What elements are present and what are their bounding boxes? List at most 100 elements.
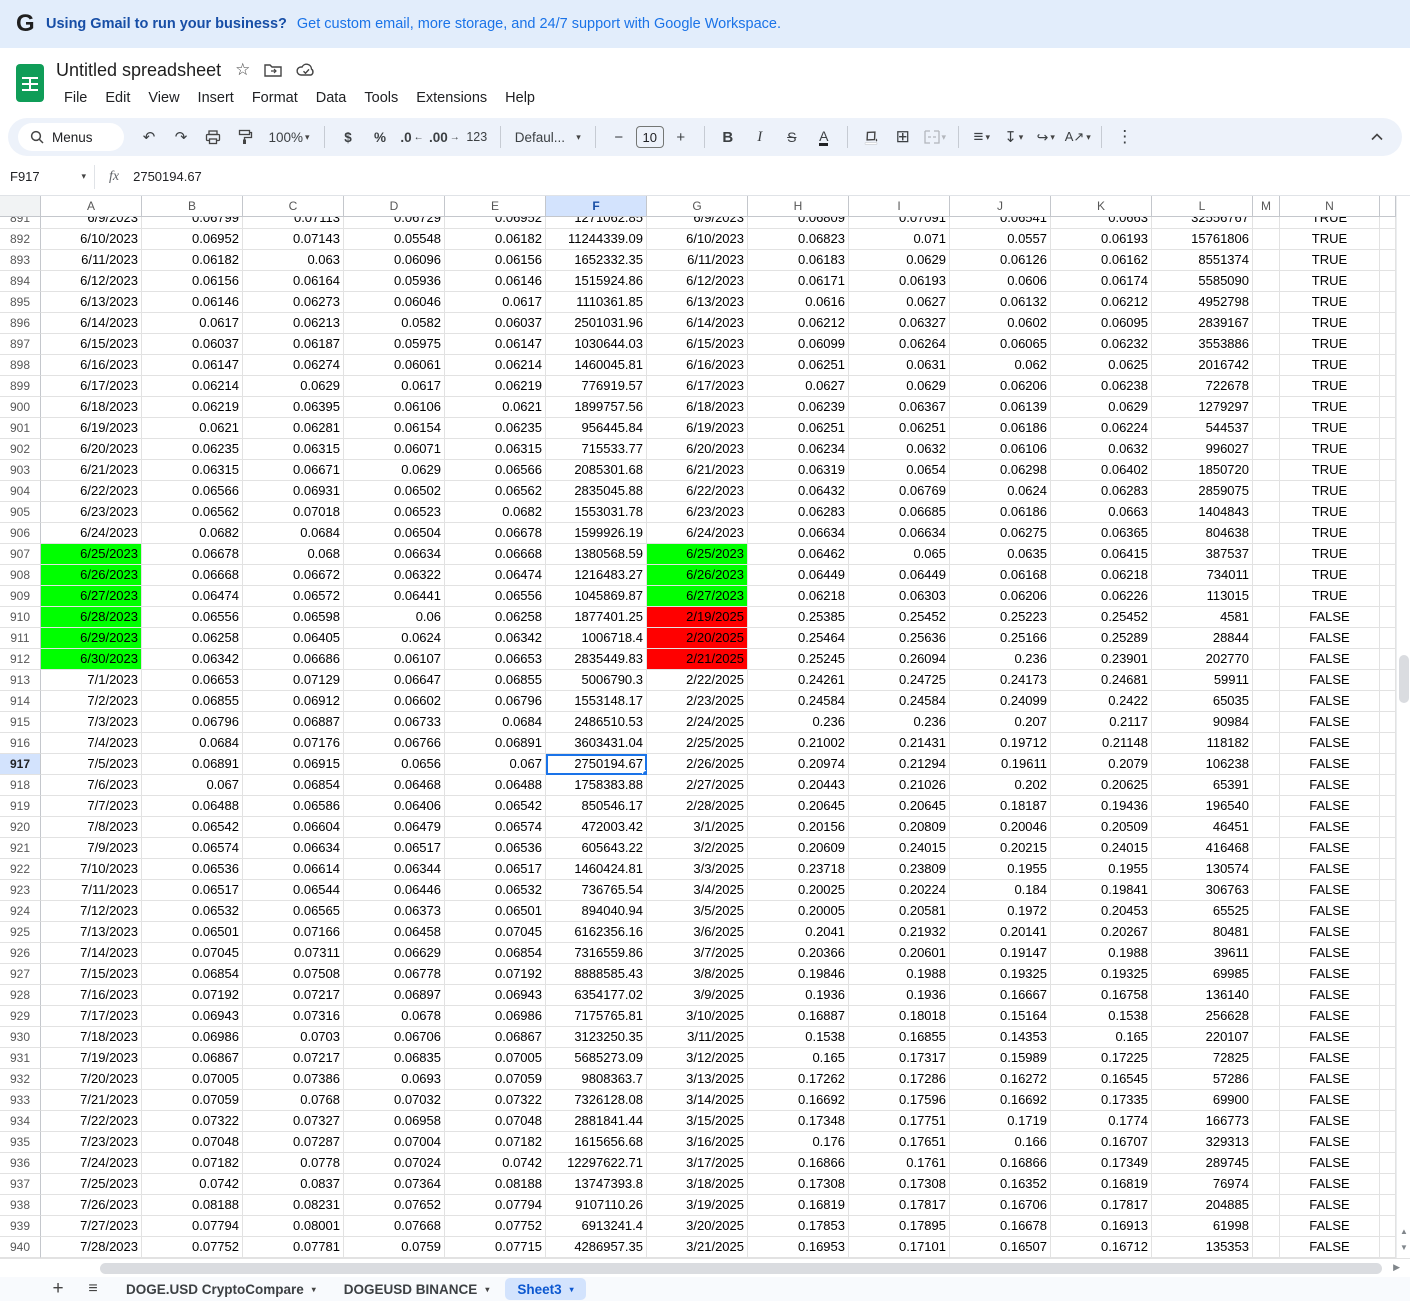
cell-G915[interactable]: 2/24/2025 — [647, 712, 748, 733]
toolbar-more-button[interactable]: ⋮ — [1110, 123, 1140, 151]
cell-A896[interactable]: 6/14/2023 — [41, 313, 142, 334]
cell-E891[interactable]: 0.06952 — [445, 217, 546, 229]
cell-N900[interactable]: TRUE — [1280, 397, 1380, 418]
row-header-896[interactable]: 896 — [0, 313, 41, 334]
cell-H916[interactable]: 0.21002 — [748, 733, 849, 754]
cell-L937[interactable]: 76974 — [1152, 1174, 1253, 1195]
cell-I924[interactable]: 0.20581 — [849, 901, 950, 922]
cell-A897[interactable]: 6/15/2023 — [41, 334, 142, 355]
cell-G896[interactable]: 6/14/2023 — [647, 313, 748, 334]
cell-D911[interactable]: 0.0624 — [344, 628, 445, 649]
cell-K917[interactable]: 0.2079 — [1051, 754, 1152, 775]
row-header-934[interactable]: 934 — [0, 1111, 41, 1132]
column-header-H[interactable]: H — [748, 196, 849, 217]
cell-N914[interactable]: FALSE — [1280, 691, 1380, 712]
cell-H931[interactable]: 0.165 — [748, 1048, 849, 1069]
cell-H930[interactable]: 0.1538 — [748, 1027, 849, 1048]
cell-E925[interactable]: 0.07045 — [445, 922, 546, 943]
cell-K891[interactable]: 0.0663 — [1051, 217, 1152, 229]
cell-F914[interactable]: 1553148.17 — [546, 691, 647, 712]
row-header-925[interactable]: 925 — [0, 922, 41, 943]
cell-E929[interactable]: 0.06986 — [445, 1006, 546, 1027]
row-header-921[interactable]: 921 — [0, 838, 41, 859]
cell-E912[interactable]: 0.06653 — [445, 649, 546, 670]
bold-button[interactable]: B — [713, 123, 743, 151]
cell-D912[interactable]: 0.06107 — [344, 649, 445, 670]
cell-C926[interactable]: 0.07311 — [243, 943, 344, 964]
name-box-dropdown-icon[interactable]: ▾ — [81, 171, 86, 182]
cell-C910[interactable]: 0.06598 — [243, 607, 344, 628]
cell-M924[interactable] — [1253, 901, 1280, 922]
row-header-898[interactable]: 898 — [0, 355, 41, 376]
cell-I904[interactable]: 0.06769 — [849, 481, 950, 502]
cell-G891[interactable]: 6/9/2023 — [647, 217, 748, 229]
cell-D894[interactable]: 0.05936 — [344, 271, 445, 292]
cell-C924[interactable]: 0.06565 — [243, 901, 344, 922]
cell-J891[interactable]: 0.06541 — [950, 217, 1051, 229]
cell-I896[interactable]: 0.06327 — [849, 313, 950, 334]
cell-H934[interactable]: 0.17348 — [748, 1111, 849, 1132]
strikethrough-button[interactable]: S — [777, 123, 807, 151]
sheet-tab-0[interactable]: DOGE.USD CryptoCompare▾ — [114, 1278, 328, 1300]
row-header-938[interactable]: 938 — [0, 1195, 41, 1216]
cell-I934[interactable]: 0.17751 — [849, 1111, 950, 1132]
cell-C932[interactable]: 0.07386 — [243, 1069, 344, 1090]
cell-B930[interactable]: 0.06986 — [142, 1027, 243, 1048]
hide-menus-button[interactable] — [1362, 123, 1392, 151]
cell-C905[interactable]: 0.07018 — [243, 502, 344, 523]
vertical-scrollbar[interactable]: ▲ ▼ — [1396, 196, 1410, 1258]
cell-C915[interactable]: 0.06887 — [243, 712, 344, 733]
row-header-908[interactable]: 908 — [0, 565, 41, 586]
cell-C894[interactable]: 0.06164 — [243, 271, 344, 292]
cell-N935[interactable]: FALSE — [1280, 1132, 1380, 1153]
cell-L893[interactable]: 8551374 — [1152, 250, 1253, 271]
cell-C900[interactable]: 0.06395 — [243, 397, 344, 418]
cell-I919[interactable]: 0.20645 — [849, 796, 950, 817]
cell-G932[interactable]: 3/13/2025 — [647, 1069, 748, 1090]
cell-G912[interactable]: 2/21/2025 — [647, 649, 748, 670]
cell-G919[interactable]: 2/28/2025 — [647, 796, 748, 817]
cell-D909[interactable]: 0.06441 — [344, 586, 445, 607]
cell-I902[interactable]: 0.0632 — [849, 439, 950, 460]
cell-B934[interactable]: 0.07322 — [142, 1111, 243, 1132]
cell-D895[interactable]: 0.06046 — [344, 292, 445, 313]
cell-I915[interactable]: 0.236 — [849, 712, 950, 733]
cell-G903[interactable]: 6/21/2023 — [647, 460, 748, 481]
cell-B919[interactable]: 0.06488 — [142, 796, 243, 817]
cell-A925[interactable]: 7/13/2023 — [41, 922, 142, 943]
cell-K901[interactable]: 0.06224 — [1051, 418, 1152, 439]
cell-A903[interactable]: 6/21/2023 — [41, 460, 142, 481]
cell-G939[interactable]: 3/20/2025 — [647, 1216, 748, 1237]
cell-L931[interactable]: 72825 — [1152, 1048, 1253, 1069]
cell-C940[interactable]: 0.07781 — [243, 1237, 344, 1258]
cell-M895[interactable] — [1253, 292, 1280, 313]
cell-M925[interactable] — [1253, 922, 1280, 943]
cell-L919[interactable]: 196540 — [1152, 796, 1253, 817]
cell-A908[interactable]: 6/26/2023 — [41, 565, 142, 586]
cell-M931[interactable] — [1253, 1048, 1280, 1069]
cell-K903[interactable]: 0.06402 — [1051, 460, 1152, 481]
cell-H901[interactable]: 0.06251 — [748, 418, 849, 439]
cell-L904[interactable]: 2859075 — [1152, 481, 1253, 502]
cell-I938[interactable]: 0.17817 — [849, 1195, 950, 1216]
cell-I900[interactable]: 0.06367 — [849, 397, 950, 418]
menu-view[interactable]: View — [140, 88, 187, 108]
cell-B891[interactable]: 0.06799 — [142, 217, 243, 229]
cell-M929[interactable] — [1253, 1006, 1280, 1027]
cell-A939[interactable]: 7/27/2023 — [41, 1216, 142, 1237]
cell-I933[interactable]: 0.17596 — [849, 1090, 950, 1111]
cell-M904[interactable] — [1253, 481, 1280, 502]
cell-N931[interactable]: FALSE — [1280, 1048, 1380, 1069]
cell-M933[interactable] — [1253, 1090, 1280, 1111]
cell-J899[interactable]: 0.06206 — [950, 376, 1051, 397]
cell-H911[interactable]: 0.25464 — [748, 628, 849, 649]
cell-C903[interactable]: 0.06671 — [243, 460, 344, 481]
cell-G933[interactable]: 3/14/2025 — [647, 1090, 748, 1111]
row-header-899[interactable]: 899 — [0, 376, 41, 397]
cell-C919[interactable]: 0.06586 — [243, 796, 344, 817]
menu-edit[interactable]: Edit — [97, 88, 138, 108]
cell-L930[interactable]: 220107 — [1152, 1027, 1253, 1048]
column-header-A[interactable]: A — [41, 196, 142, 217]
cell-C937[interactable]: 0.0837 — [243, 1174, 344, 1195]
cell-J913[interactable]: 0.24173 — [950, 670, 1051, 691]
